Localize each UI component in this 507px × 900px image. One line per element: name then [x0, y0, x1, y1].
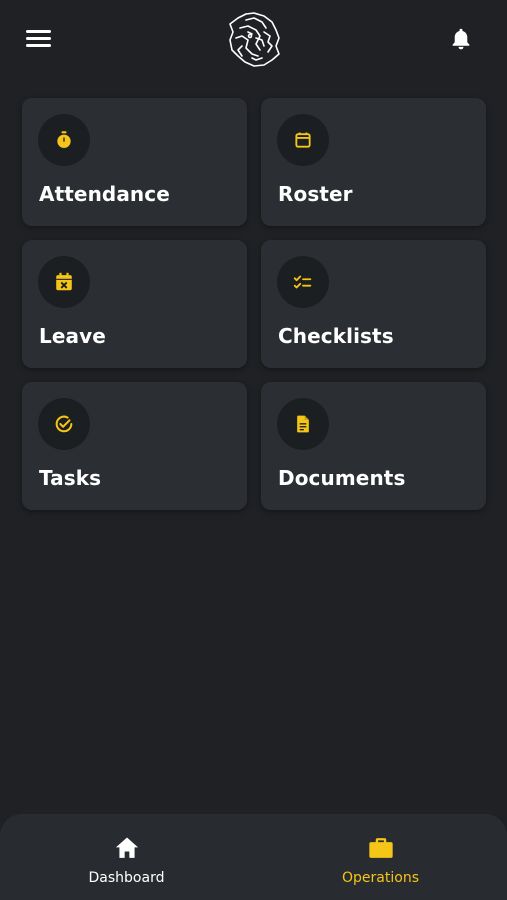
roster-tile[interactable]: Roster [261, 98, 486, 226]
tile-label: Attendance [39, 182, 170, 206]
nav-dashboard[interactable]: Dashboard [0, 814, 253, 900]
tile-label: Leave [39, 324, 106, 348]
tasks-tile[interactable]: Tasks [22, 382, 247, 510]
check-circle-icon [38, 398, 90, 450]
nav-label: Operations [342, 870, 419, 886]
lion-logo [229, 12, 280, 67]
calendar-icon [277, 114, 329, 166]
nav-operations[interactable]: Operations [254, 814, 507, 900]
checklists-tile[interactable]: Checklists [261, 240, 486, 368]
tile-label: Documents [278, 466, 406, 490]
bell-icon[interactable] [448, 26, 474, 52]
calendar-x-icon [38, 256, 90, 308]
document-icon [277, 398, 329, 450]
nav-label: Dashboard [88, 870, 165, 886]
documents-tile[interactable]: Documents [261, 382, 486, 510]
leave-tile[interactable]: Leave [22, 240, 247, 368]
stopwatch-icon [38, 114, 90, 166]
tile-label: Tasks [39, 466, 102, 490]
hamburger-menu-icon[interactable] [26, 29, 52, 49]
home-icon [115, 837, 138, 858]
tile-label: Roster [278, 182, 353, 206]
bottom-navigation: Dashboard Operations [0, 814, 507, 900]
tile-label: Checklists [278, 324, 394, 348]
attendance-tile[interactable]: Attendance [22, 98, 247, 226]
briefcase-icon [368, 838, 393, 858]
top-bar [0, 0, 507, 80]
checklist-icon [277, 256, 329, 308]
